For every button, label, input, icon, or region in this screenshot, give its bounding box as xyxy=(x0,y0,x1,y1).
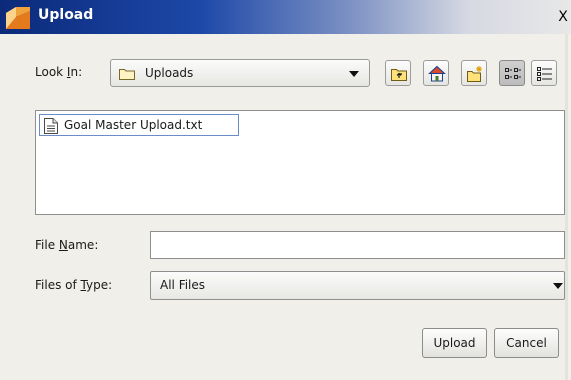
file-name-label-pre: File xyxy=(35,238,59,252)
file-name-input[interactable] xyxy=(150,231,565,259)
look-in-value: Uploads xyxy=(145,66,194,80)
files-of-type-label: Files of Type: xyxy=(35,278,112,292)
look-in-label-post: n: xyxy=(70,65,83,79)
file-name-label: File Name: xyxy=(35,238,98,252)
upload-button[interactable]: Upload xyxy=(422,328,487,358)
look-in-label-pre: Look xyxy=(35,65,67,79)
home-button[interactable] xyxy=(423,60,449,86)
list-view-button[interactable] xyxy=(499,60,525,86)
new-folder-button[interactable] xyxy=(461,60,487,86)
text-file-icon xyxy=(44,118,58,137)
window-title: Upload xyxy=(38,7,94,23)
app-icon xyxy=(6,7,30,29)
files-of-type-label-pre: Files of xyxy=(35,278,81,292)
files-of-type-label-post: ype: xyxy=(86,278,113,292)
list-item[interactable]: Goal Master Upload.txt xyxy=(39,114,239,136)
folder-icon xyxy=(119,67,135,80)
file-name-text: Goal Master Upload.txt xyxy=(64,118,203,132)
look-in-label: Look In: xyxy=(35,65,82,79)
close-button[interactable]: X xyxy=(556,8,570,26)
files-of-type-select[interactable]: All Files xyxy=(150,271,565,300)
up-one-level-button[interactable] xyxy=(385,60,411,86)
file-name-label-mnemonic: N xyxy=(58,238,68,252)
details-view-button[interactable] xyxy=(531,60,557,86)
file-list[interactable]: Goal Master Upload.txt xyxy=(35,110,565,215)
chevron-down-icon xyxy=(553,283,563,289)
cancel-button[interactable]: Cancel xyxy=(494,328,559,358)
files-of-type-value: All Files xyxy=(160,278,206,292)
file-name-label-post: ame: xyxy=(67,238,99,252)
chevron-down-icon xyxy=(349,71,359,77)
look-in-combobox[interactable]: Uploads xyxy=(110,59,370,87)
